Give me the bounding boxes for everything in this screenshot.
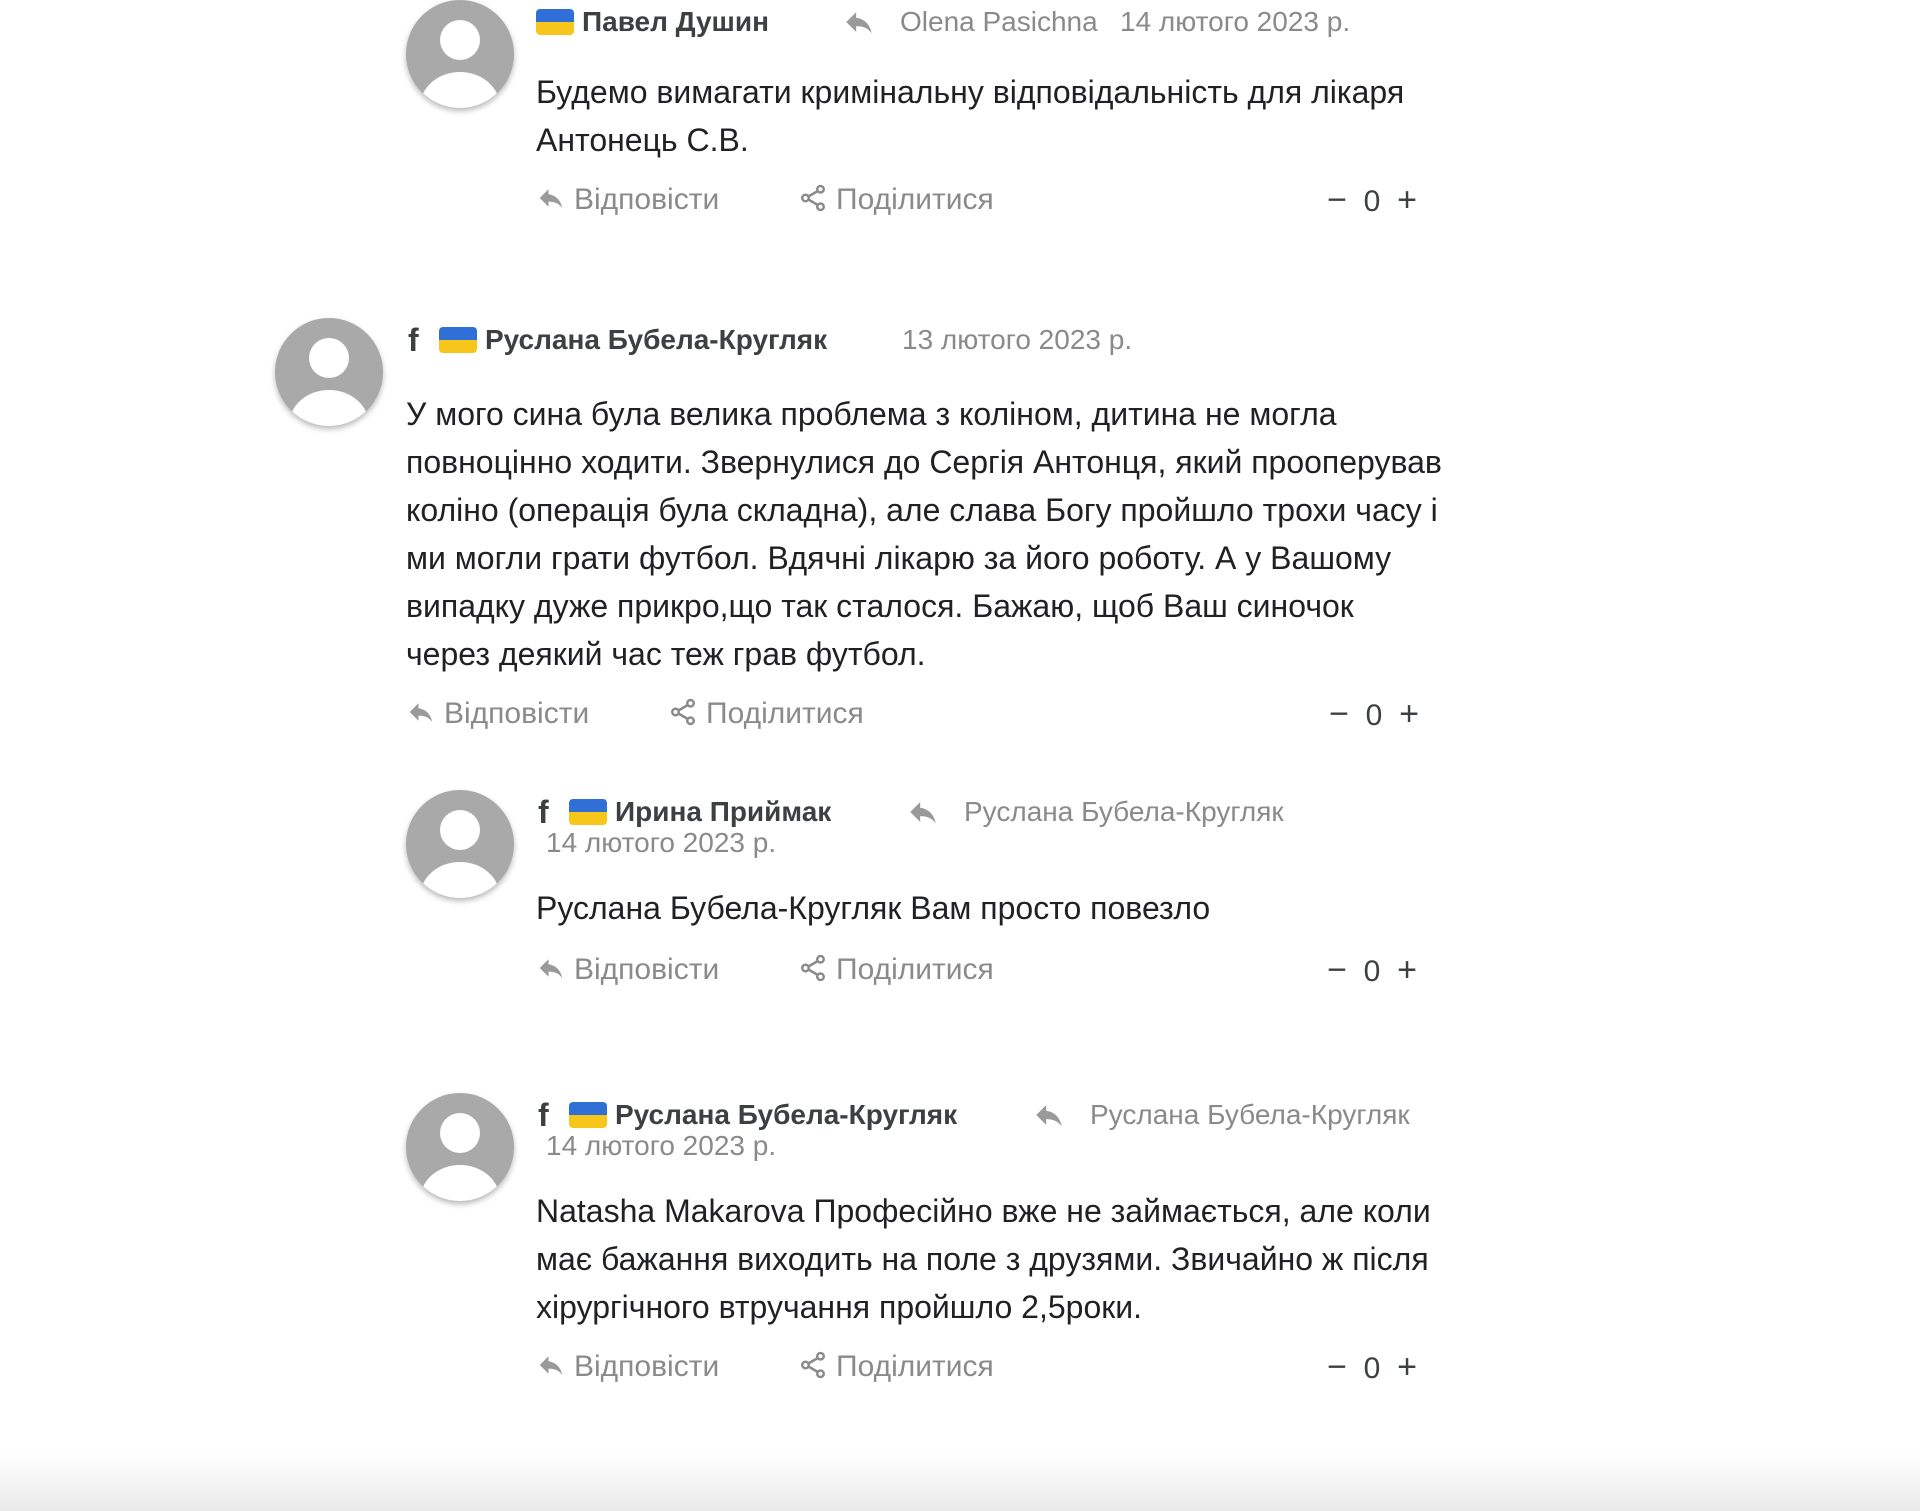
reply-label: Відповісти [574, 953, 720, 986]
comment-actions: Відповісти Поділитися −0 + [536, 948, 1436, 992]
comment-meta: f Руслана Бубела-Кругляк Руслана Бубела-… [536, 1093, 1436, 1137]
vote-control: −0 + [1324, 692, 1424, 738]
comment-date: 14 лютого 2023 р. [1120, 6, 1351, 37]
reply-arrow-icon [910, 802, 936, 824]
share-label: Поділитися [836, 1350, 994, 1383]
avatar[interactable] [406, 0, 514, 108]
avatar[interactable] [406, 790, 514, 898]
reply-label: Відповісти [574, 183, 720, 216]
comment-author[interactable]: Руслана Бубела-Кругляк [615, 1093, 957, 1137]
comment-actions: Відповісти Поділитися −0 + [406, 692, 1446, 736]
comment-author[interactable]: Павел Душин [582, 0, 769, 44]
reply-label: Відповісти [444, 697, 590, 730]
avatar[interactable] [275, 318, 383, 426]
vote-count: 0 [1363, 955, 1381, 988]
share-button[interactable]: Поділитися [798, 1345, 994, 1389]
upvote-button[interactable]: + [1392, 178, 1422, 222]
reply-icon [539, 189, 563, 209]
facebook-icon: f [538, 794, 549, 830]
reply-icon [539, 1356, 563, 1376]
comment-text: У мого сина була велика проблема з колін… [406, 396, 1442, 672]
comment-author[interactable]: Руслана Бубела-Кругляк [485, 318, 827, 362]
downvote-button[interactable]: − [1322, 178, 1352, 222]
upvote-button[interactable]: + [1394, 692, 1424, 736]
downvote-button[interactable]: − [1322, 1345, 1352, 1389]
comment-meta: f Руслана Бубела-Кругляк 13 лютого 2023 … [406, 318, 1446, 362]
reply-arrow-icon [1036, 1105, 1062, 1127]
share-button[interactable]: Поділитися [798, 948, 994, 992]
reply-button[interactable]: Відповісти [536, 1345, 719, 1389]
comment-meta: Павел Душин Olena Pasichna 14 лютого 202… [536, 0, 1436, 44]
share-label: Поділитися [836, 183, 994, 216]
facebook-icon: f [538, 1097, 549, 1133]
comment-text: Natasha Makarova Професійно вже не займа… [536, 1193, 1431, 1325]
share-label: Поділитися [706, 697, 864, 730]
ukraine-flag-icon [569, 1102, 607, 1128]
upvote-button[interactable]: + [1392, 1345, 1422, 1389]
ukraine-flag-icon [536, 9, 574, 35]
share-icon [801, 1351, 825, 1379]
share-button[interactable]: Поділитися [668, 692, 864, 736]
vote-count: 0 [1363, 1352, 1381, 1385]
reply-button[interactable]: Відповісти [536, 948, 719, 992]
comment-text: Руслана Бубела-Кругляк Вам просто повезл… [536, 890, 1211, 926]
vote-count: 0 [1365, 699, 1383, 732]
reply-icon [409, 703, 433, 723]
reply-label: Відповісти [574, 1350, 720, 1383]
downvote-button[interactable]: − [1324, 692, 1354, 736]
comment-actions: Відповісти Поділитися −0 + [536, 1345, 1436, 1389]
reply-button[interactable]: Відповісти [406, 692, 589, 736]
share-icon [801, 954, 825, 982]
share-icon [801, 184, 825, 212]
reply-to-author[interactable]: Olena Pasichna [900, 0, 1098, 44]
facebook-icon: f [408, 322, 419, 358]
vote-control: −0 + [1322, 1345, 1422, 1391]
vote-control: −0 + [1322, 948, 1422, 994]
comment-author[interactable]: Ирина Приймак [615, 790, 831, 834]
downvote-button[interactable]: − [1322, 948, 1352, 992]
comment-meta: f Ирина Приймак Руслана Бубела-Кругляк [536, 790, 1436, 834]
reply-icon [539, 959, 563, 979]
comments-page: Павел Душин Olena Pasichna 14 лютого 202… [0, 0, 1920, 1511]
share-button[interactable]: Поділитися [798, 178, 994, 222]
ukraine-flag-icon [569, 799, 607, 825]
comment-text: Будемо вимагати кримінальну відповідальн… [536, 74, 1405, 158]
avatar[interactable] [406, 1093, 514, 1201]
comment-actions: Відповісти Поділитися −0 + [536, 178, 1436, 222]
bottom-shadow [0, 1451, 1920, 1511]
share-icon [671, 698, 695, 726]
ukraine-flag-icon [439, 327, 477, 353]
vote-control: −0 + [1322, 178, 1422, 224]
reply-arrow-icon [846, 12, 872, 34]
reply-button[interactable]: Відповісти [536, 178, 719, 222]
reply-to-author[interactable]: Руслана Бубела-Кругляк [1090, 1093, 1410, 1137]
reply-to-author[interactable]: Руслана Бубела-Кругляк [964, 790, 1284, 834]
share-label: Поділитися [836, 953, 994, 986]
upvote-button[interactable]: + [1392, 948, 1422, 992]
vote-count: 0 [1363, 185, 1381, 218]
comment-date: 13 лютого 2023 р. [902, 324, 1133, 355]
